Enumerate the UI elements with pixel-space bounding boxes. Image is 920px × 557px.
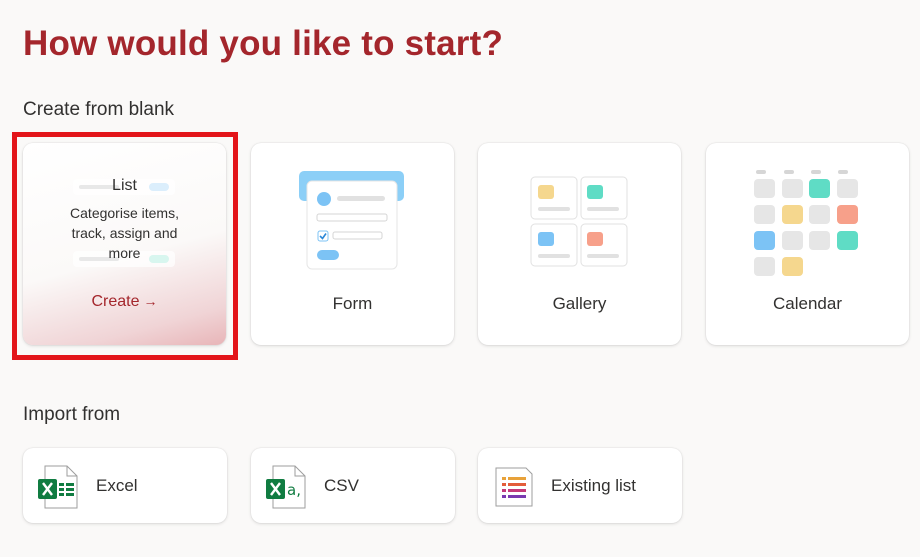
gallery-label: Gallery [552, 294, 607, 313]
list-card-description: Categorise items, track, assign and more [70, 205, 179, 261]
excel-file-icon [38, 465, 78, 509]
list-create-link[interactable]: Create → [23, 293, 226, 311]
calendar-card[interactable]: Calendar [706, 143, 909, 345]
form-card[interactable]: Form [251, 143, 454, 345]
section-title-create-from-blank: Create from blank [23, 99, 175, 120]
excel-label: Excel [96, 476, 138, 495]
create-label: Create [91, 293, 140, 310]
calendar-label: Calendar [773, 294, 842, 313]
existing-list-icon [495, 467, 533, 507]
csv-label: CSV [324, 476, 359, 495]
svg-text:a,: a, [287, 481, 301, 499]
section-title-import-from: Import from [23, 404, 121, 425]
arrow-right-icon: → [143, 293, 158, 309]
list-card[interactable]: List Categorise items, track, assign and… [23, 143, 226, 345]
existing-list-label: Existing list [551, 476, 637, 495]
calendar-illustration [754, 170, 858, 276]
gallery-card[interactable]: Gallery [478, 143, 681, 345]
csv-file-icon: a, [266, 465, 306, 509]
form-illustration [299, 171, 404, 270]
list-card-title: List [112, 177, 137, 194]
form-label: Form [332, 294, 373, 313]
excel-import-card[interactable]: Excel [23, 448, 227, 523]
gallery-illustration [530, 176, 628, 267]
existing-list-import-card[interactable]: Existing list [478, 448, 682, 523]
csv-import-card[interactable]: a, CSV [251, 448, 455, 523]
page-title: How would you like to start? [23, 24, 504, 63]
